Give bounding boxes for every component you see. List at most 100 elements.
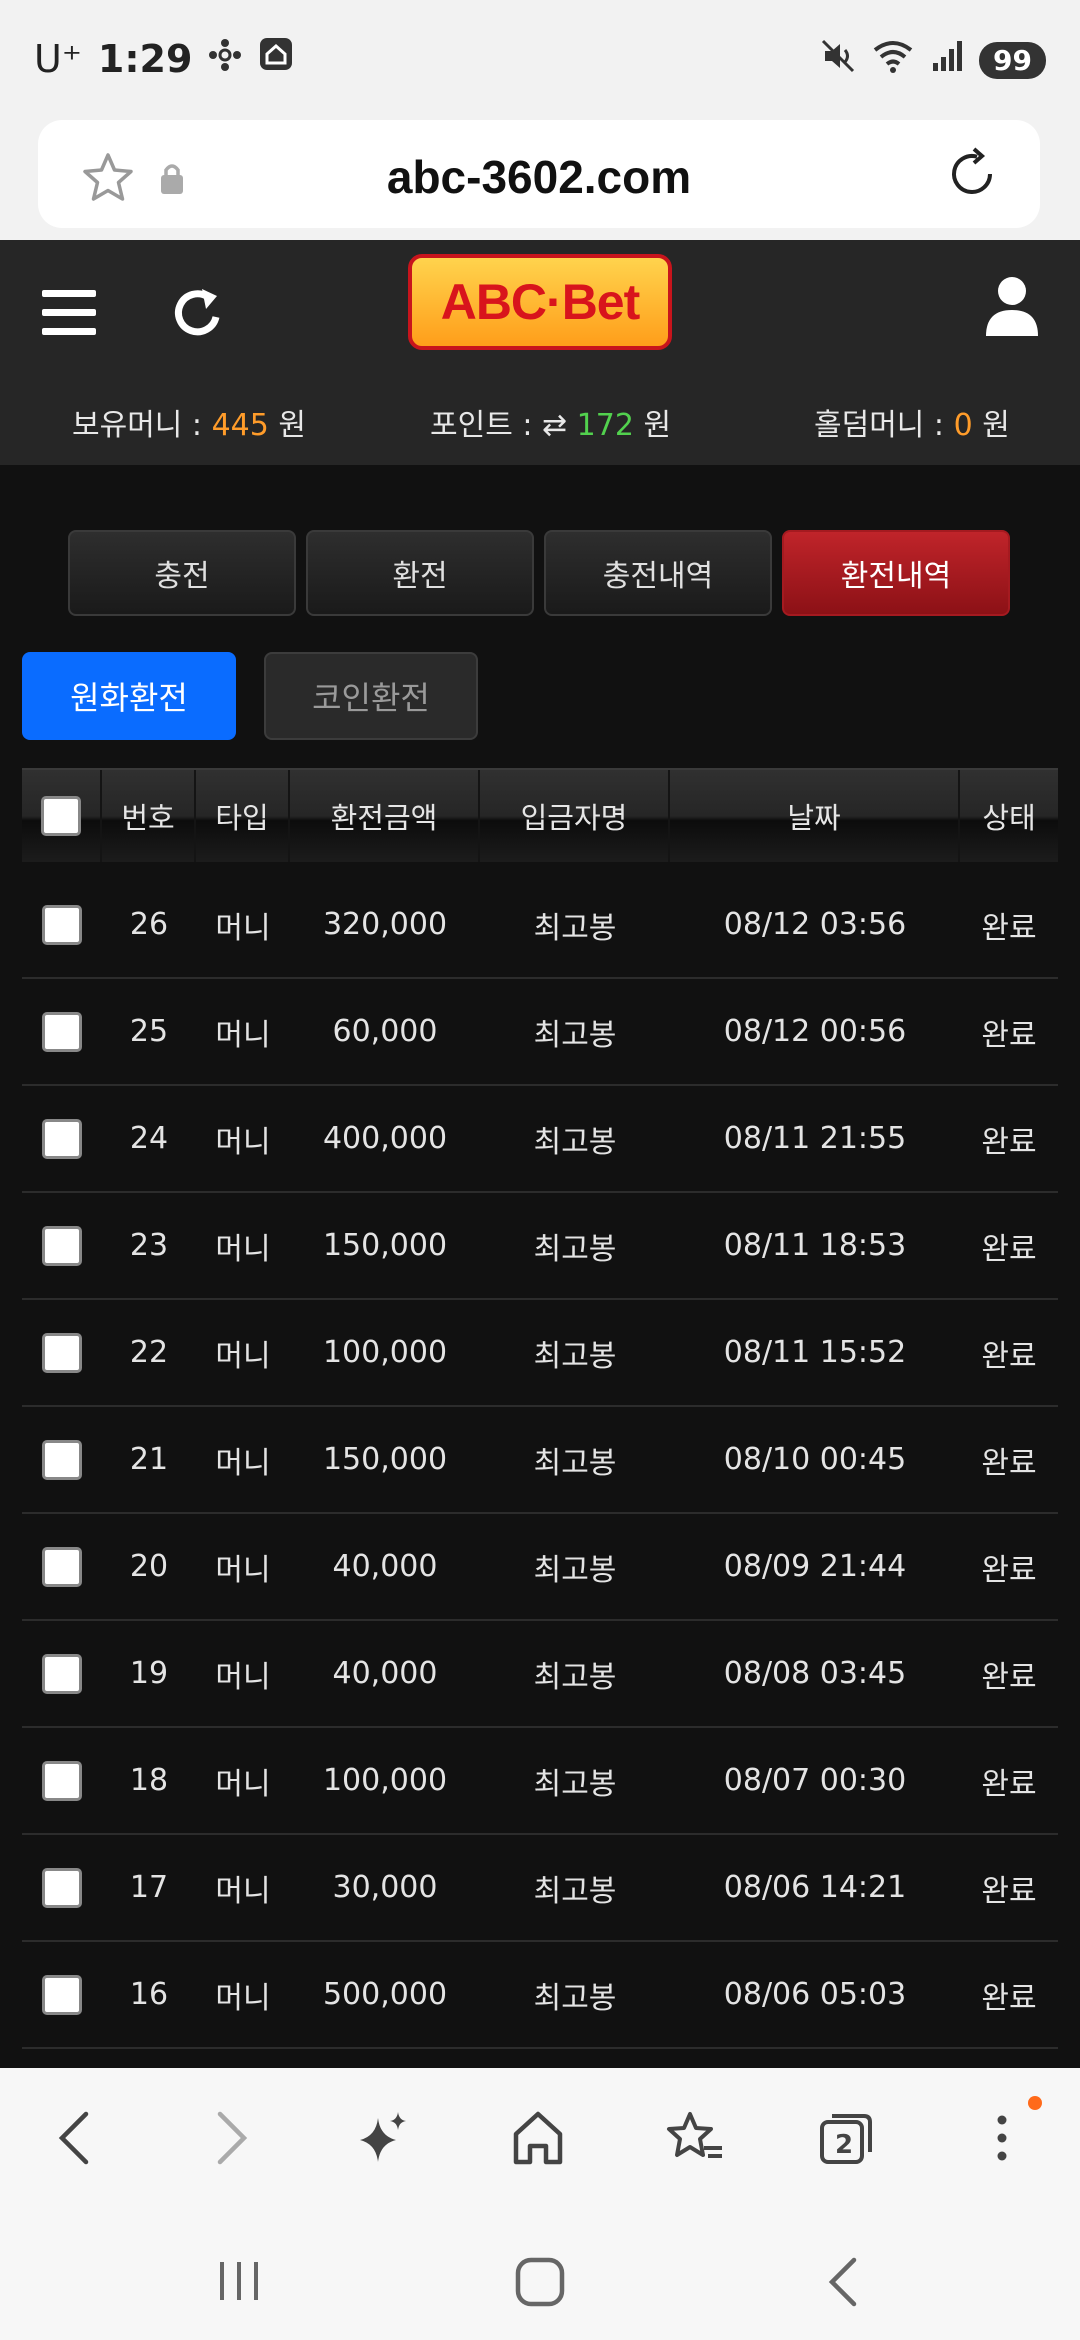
subtab-coin-withdraw[interactable]: 코인환전 bbox=[264, 652, 478, 740]
reload-icon[interactable] bbox=[944, 146, 1000, 206]
holdem-money-value: 0 bbox=[953, 408, 973, 443]
table-row[interactable]: 25 머니 60,000 최고봉 08/12 00:56 완료 bbox=[22, 979, 1058, 1086]
cell-status: 완료 bbox=[981, 1338, 1037, 1374]
row-checkbox[interactable] bbox=[42, 904, 82, 945]
cell-type: 머니 bbox=[215, 1124, 271, 1160]
select-all-checkbox[interactable] bbox=[41, 796, 81, 836]
browser-url-area: abc-3602.com bbox=[0, 110, 1080, 240]
row-select-cell bbox=[22, 872, 102, 977]
points: 포인트 : ⇄ 172 원 bbox=[430, 400, 671, 444]
row-checkbox[interactable] bbox=[42, 1332, 82, 1373]
refresh-icon[interactable] bbox=[172, 286, 224, 344]
tab-withdraw[interactable]: 환전 bbox=[306, 530, 534, 616]
cell-type: 머니 bbox=[215, 1445, 271, 1481]
cell-depositor: 최고봉 bbox=[533, 1980, 617, 2016]
system-back-icon[interactable] bbox=[822, 2254, 862, 2314]
subtab-krw-withdraw[interactable]: 원화환전 bbox=[22, 652, 236, 740]
cell-date: 08/06 14:21 bbox=[723, 1870, 907, 1905]
tabs-count: 2 bbox=[835, 2130, 854, 2160]
cell-status: 완료 bbox=[981, 1980, 1037, 2016]
holdem-money-unit: 원 bbox=[972, 408, 1010, 443]
cell-amount: 500,000 bbox=[322, 1977, 448, 2012]
forward-icon[interactable] bbox=[212, 2108, 252, 2172]
home-button-icon[interactable] bbox=[512, 2254, 568, 2314]
table-row[interactable]: 16 머니 500,000 최고봉 08/06 05:03 완료 bbox=[22, 1942, 1058, 2049]
row-checkbox[interactable] bbox=[42, 1867, 82, 1908]
table-row[interactable]: 21 머니 150,000 최고봉 08/10 00:45 완료 bbox=[22, 1407, 1058, 1514]
url-text[interactable]: abc-3602.com bbox=[38, 150, 1040, 204]
site-header: ABC·Bet 보유머니 : 445 원 포인트 : ⇄ 172 원 홀덤머니 … bbox=[0, 240, 1080, 465]
ai-sparkle-icon[interactable] bbox=[356, 2108, 412, 2172]
cell-number: 17 bbox=[129, 1870, 169, 1905]
app-notification-icon bbox=[208, 37, 242, 81]
row-select-cell bbox=[22, 979, 102, 1084]
table-row[interactable]: 18 머니 100,000 최고봉 08/07 00:30 완료 bbox=[22, 1728, 1058, 1835]
user-account-icon[interactable] bbox=[984, 274, 1040, 342]
cell-date: 08/11 21:55 bbox=[723, 1121, 907, 1156]
row-select-cell bbox=[22, 1086, 102, 1191]
mute-icon bbox=[821, 39, 857, 81]
wifi-icon bbox=[871, 38, 917, 82]
tab-withdraw-history[interactable]: 환전내역 bbox=[782, 530, 1010, 616]
points-unit: 원 bbox=[633, 408, 672, 443]
row-checkbox[interactable] bbox=[42, 1653, 82, 1694]
table-row[interactable]: 26 머니 320,000 최고봉 08/12 03:56 완료 bbox=[22, 872, 1058, 979]
cell-date: 08/12 00:56 bbox=[723, 1014, 907, 1049]
cell-type: 머니 bbox=[215, 1766, 271, 1802]
hamburger-menu-icon[interactable] bbox=[40, 286, 98, 344]
cell-status: 완료 bbox=[981, 1017, 1037, 1053]
main-tabs: 충전 환전 충전내역 환전내역 bbox=[68, 530, 1010, 616]
row-checkbox[interactable] bbox=[42, 1546, 82, 1587]
recent-apps-icon[interactable] bbox=[214, 2256, 264, 2310]
cell-number: 21 bbox=[129, 1442, 169, 1477]
cell-depositor: 최고봉 bbox=[533, 1766, 617, 1802]
cell-status: 완료 bbox=[981, 1766, 1037, 1802]
table-row[interactable]: 24 머니 400,000 최고봉 08/11 21:55 완료 bbox=[22, 1086, 1058, 1193]
tab-deposit[interactable]: 충전 bbox=[68, 530, 296, 616]
tabs-icon[interactable]: 2 bbox=[818, 2108, 874, 2172]
cell-depositor: 최고봉 bbox=[533, 1445, 617, 1481]
more-menu-icon[interactable] bbox=[992, 2108, 1012, 2172]
row-select-cell bbox=[22, 1300, 102, 1405]
exchange-arrows-icon[interactable]: ⇄ bbox=[542, 408, 567, 443]
row-checkbox[interactable] bbox=[42, 1118, 82, 1159]
cell-type: 머니 bbox=[215, 1231, 271, 1267]
points-label: 포인트 : bbox=[430, 408, 542, 443]
home-icon[interactable] bbox=[510, 2108, 566, 2172]
site-logo-text: ABC·Bet bbox=[440, 274, 641, 330]
cell-amount: 150,000 bbox=[322, 1228, 448, 1263]
cell-amount: 150,000 bbox=[322, 1442, 448, 1477]
cell-status: 완료 bbox=[981, 1873, 1037, 1909]
row-checkbox[interactable] bbox=[42, 1225, 82, 1266]
cell-number: 26 bbox=[129, 907, 169, 942]
cell-number: 20 bbox=[129, 1549, 169, 1584]
row-checkbox[interactable] bbox=[42, 1011, 82, 1052]
table-row[interactable]: 20 머니 40,000 최고봉 08/09 21:44 완료 bbox=[22, 1514, 1058, 1621]
cell-status: 완료 bbox=[981, 1552, 1037, 1588]
cell-status: 완료 bbox=[981, 1659, 1037, 1695]
cell-number: 22 bbox=[129, 1335, 169, 1370]
cell-number: 18 bbox=[129, 1763, 169, 1798]
header-type: 타입 bbox=[196, 770, 290, 862]
row-checkbox[interactable] bbox=[42, 1439, 82, 1480]
back-icon[interactable] bbox=[54, 2108, 94, 2172]
table-row[interactable]: 19 머니 40,000 최고봉 08/08 03:45 완료 bbox=[22, 1621, 1058, 1728]
header-date: 날짜 bbox=[670, 770, 960, 862]
cell-amount: 400,000 bbox=[322, 1121, 448, 1156]
table-row[interactable]: 17 머니 30,000 최고봉 08/06 14:21 완료 bbox=[22, 1835, 1058, 1942]
sub-tabs: 원화환전 코인환전 bbox=[22, 652, 478, 740]
header-status: 상태 bbox=[982, 801, 1036, 835]
cell-number: 16 bbox=[129, 1977, 169, 2012]
held-money-label: 보유머니 : bbox=[72, 408, 212, 443]
site-logo[interactable]: ABC·Bet bbox=[408, 254, 672, 350]
tab-deposit-history[interactable]: 충전내역 bbox=[544, 530, 772, 616]
address-bar[interactable]: abc-3602.com bbox=[38, 120, 1040, 228]
held-money: 보유머니 : 445 원 bbox=[72, 400, 306, 444]
row-checkbox[interactable] bbox=[42, 1760, 82, 1801]
row-checkbox[interactable] bbox=[42, 1974, 82, 2015]
bookmarks-icon[interactable] bbox=[664, 2108, 726, 2172]
table-row[interactable]: 23 머니 150,000 최고봉 08/11 18:53 완료 bbox=[22, 1193, 1058, 1300]
cell-number: 24 bbox=[129, 1121, 169, 1156]
cell-type: 머니 bbox=[215, 1873, 271, 1909]
table-row[interactable]: 22 머니 100,000 최고봉 08/11 15:52 완료 bbox=[22, 1300, 1058, 1407]
